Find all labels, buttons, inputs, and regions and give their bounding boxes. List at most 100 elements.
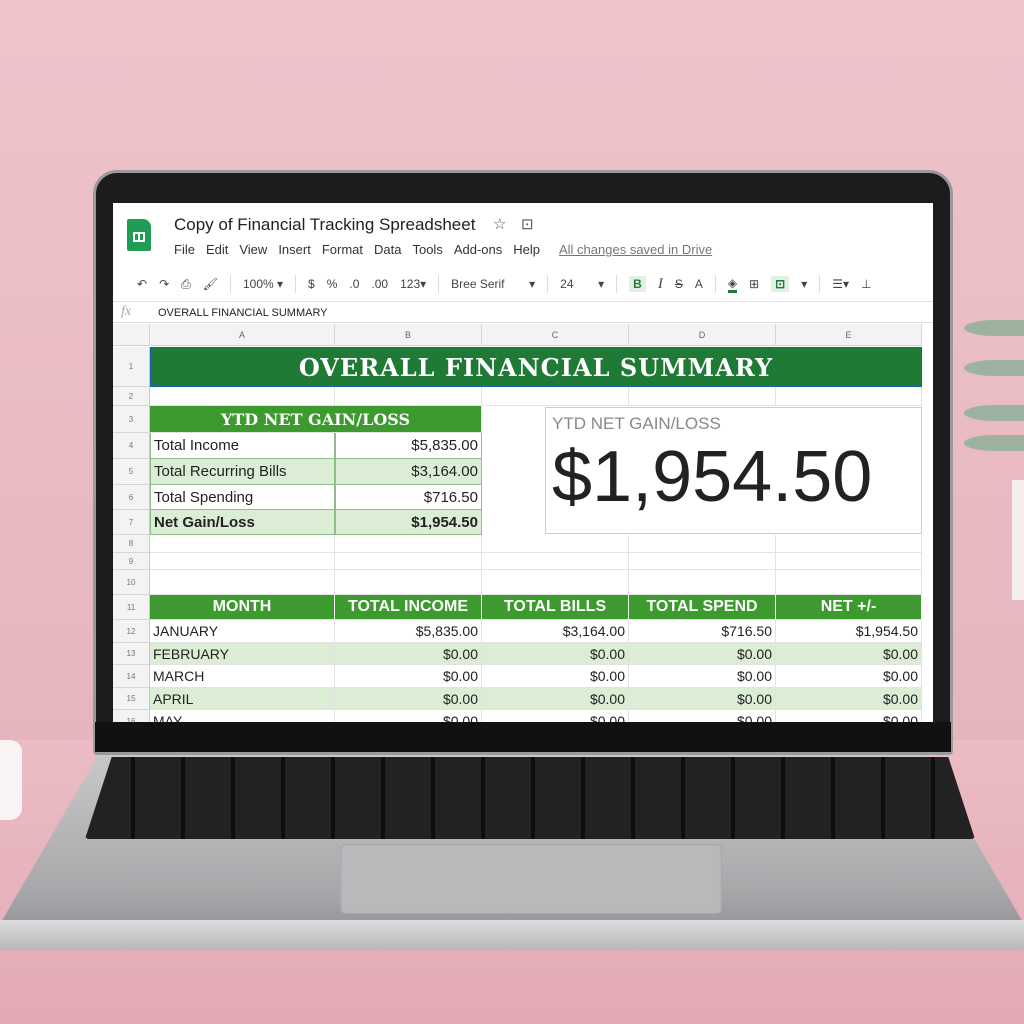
ytd-table-header[interactable]: YTD NET GAIN/LOSS xyxy=(150,406,482,433)
monthly-header-2[interactable]: TOTAL BILLS xyxy=(482,595,629,620)
empty-cell[interactable] xyxy=(776,535,922,553)
row-header-10[interactable]: 10 xyxy=(113,570,150,595)
empty-cell[interactable] xyxy=(335,553,482,570)
monthly-month[interactable]: FEBRUARY xyxy=(150,643,335,665)
row-header-4[interactable]: 4 xyxy=(113,433,150,459)
empty-cell[interactable] xyxy=(629,553,776,570)
row-header-9[interactable]: 9 xyxy=(113,553,150,570)
ytd-label[interactable]: Total Recurring Bills xyxy=(150,459,335,485)
row-header-12[interactable]: 12 xyxy=(113,620,150,643)
monthly-value[interactable]: $0.00 xyxy=(482,665,629,688)
empty-cell[interactable] xyxy=(482,535,629,553)
monthly-value[interactable]: $0.00 xyxy=(335,665,482,688)
row-header-6[interactable]: 6 xyxy=(113,485,150,510)
column-header-B[interactable]: B xyxy=(335,324,482,346)
empty-cell[interactable] xyxy=(482,553,629,570)
print-icon[interactable]: ⎙ xyxy=(181,277,191,292)
strikethrough-button[interactable]: S xyxy=(675,277,683,291)
monthly-value[interactable]: $0.00 xyxy=(776,643,922,665)
monthly-value[interactable]: $0.00 xyxy=(629,643,776,665)
currency-button[interactable]: $ xyxy=(308,277,315,291)
empty-cell[interactable] xyxy=(776,387,922,406)
ytd-value[interactable]: $716.50 xyxy=(335,485,482,510)
decrease-decimal-button[interactable]: .0 xyxy=(349,277,359,291)
monthly-value[interactable]: $0.00 xyxy=(335,710,482,722)
monthly-header-0[interactable]: MONTH xyxy=(150,595,335,620)
sheets-logo-icon[interactable] xyxy=(127,219,151,251)
empty-cell[interactable] xyxy=(776,553,922,570)
column-header-blank[interactable] xyxy=(113,324,150,346)
keyboard[interactable] xyxy=(85,757,975,839)
menu-tools[interactable]: Tools xyxy=(412,242,442,257)
monthly-month[interactable]: JANUARY xyxy=(150,620,335,643)
merge-dropdown-icon[interactable]: ▾ xyxy=(801,277,807,291)
row-header-11[interactable]: 11 xyxy=(113,595,150,620)
paint-format-icon[interactable]: 🖌 xyxy=(203,277,218,291)
empty-cell[interactable] xyxy=(150,570,335,595)
italic-button[interactable]: I xyxy=(658,276,663,293)
row-header-7[interactable]: 7 xyxy=(113,510,150,535)
menu-insert[interactable]: Insert xyxy=(278,242,311,257)
ytd-label[interactable]: Total Spending xyxy=(150,485,335,510)
monthly-value[interactable]: $0.00 xyxy=(629,688,776,710)
menu-file[interactable]: File xyxy=(174,242,195,257)
row-header-5[interactable]: 5 xyxy=(113,459,150,485)
monthly-value[interactable]: $716.50 xyxy=(629,620,776,643)
ytd-label[interactable]: Net Gain/Loss xyxy=(150,510,335,535)
menu-data[interactable]: Data xyxy=(374,242,401,257)
undo-icon[interactable]: ↶ xyxy=(137,277,147,291)
star-icon[interactable]: ☆ xyxy=(493,215,506,233)
vertical-align-icon[interactable]: ⊥ xyxy=(861,277,871,291)
empty-cell[interactable] xyxy=(482,387,629,406)
monthly-value[interactable]: $0.00 xyxy=(629,710,776,722)
menu-add-ons[interactable]: Add-ons xyxy=(454,242,502,257)
horizontal-align-icon[interactable]: ☰▾ xyxy=(832,277,849,291)
row-header-14[interactable]: 14 xyxy=(113,665,150,688)
empty-cell[interactable] xyxy=(482,570,629,595)
save-status[interactable]: All changes saved in Drive xyxy=(559,242,712,257)
row-header-1[interactable]: 1 xyxy=(113,347,150,387)
monthly-value[interactable]: $0.00 xyxy=(482,643,629,665)
monthly-value[interactable]: $0.00 xyxy=(482,710,629,722)
ytd-value[interactable]: $3,164.00 xyxy=(335,459,482,485)
column-header-A[interactable]: A xyxy=(150,324,335,346)
row-header-2[interactable]: 2 xyxy=(113,387,150,406)
document-title[interactable]: Copy of Financial Tracking Spreadsheet xyxy=(174,215,475,235)
monthly-value[interactable]: $0.00 xyxy=(776,710,922,722)
monthly-value[interactable]: $0.00 xyxy=(776,688,922,710)
font-size-select[interactable]: 24 ▾ xyxy=(560,277,604,291)
summary-banner[interactable]: OVERALL FINANCIAL SUMMARY xyxy=(150,347,922,387)
empty-cell[interactable] xyxy=(629,387,776,406)
bold-button[interactable]: B xyxy=(629,276,646,292)
font-select[interactable]: Bree Serif ▾ xyxy=(451,277,535,291)
empty-cell[interactable] xyxy=(150,553,335,570)
monthly-value[interactable]: $5,835.00 xyxy=(335,620,482,643)
monthly-month[interactable]: APRIL xyxy=(150,688,335,710)
row-header-15[interactable]: 15 xyxy=(113,688,150,710)
merge-cells-icon[interactable]: ⊡ xyxy=(771,276,790,292)
row-header-8[interactable]: 8 xyxy=(113,535,150,553)
empty-cell[interactable] xyxy=(335,535,482,553)
row-header-13[interactable]: 13 xyxy=(113,643,150,665)
column-header-D[interactable]: D xyxy=(629,324,776,346)
ytd-label[interactable]: Total Income xyxy=(150,433,335,459)
column-header-E[interactable]: E xyxy=(776,324,922,346)
folder-move-icon[interactable]: ⊡ xyxy=(521,215,534,233)
menu-format[interactable]: Format xyxy=(322,242,363,257)
formula-bar[interactable]: fx OVERALL FINANCIAL SUMMARY xyxy=(113,301,933,323)
monthly-header-1[interactable]: TOTAL INCOME xyxy=(335,595,482,620)
monthly-value[interactable]: $0.00 xyxy=(335,688,482,710)
monthly-value[interactable]: $0.00 xyxy=(629,665,776,688)
trackpad[interactable] xyxy=(340,844,722,914)
row-header-3[interactable]: 3 xyxy=(113,406,150,433)
monthly-value[interactable]: $0.00 xyxy=(335,643,482,665)
zoom-select[interactable]: 100% ▾ xyxy=(243,277,283,291)
fill-color-icon[interactable]: ◈ xyxy=(727,276,738,293)
ytd-scorecard[interactable]: YTD NET GAIN/LOSS $1,954.50 xyxy=(545,407,922,534)
empty-cell[interactable] xyxy=(150,387,335,406)
empty-cell[interactable] xyxy=(629,570,776,595)
menu-view[interactable]: View xyxy=(239,242,267,257)
monthly-value[interactable]: $1,954.50 xyxy=(776,620,922,643)
monthly-header-3[interactable]: TOTAL SPEND xyxy=(629,595,776,620)
monthly-value[interactable]: $3,164.00 xyxy=(482,620,629,643)
